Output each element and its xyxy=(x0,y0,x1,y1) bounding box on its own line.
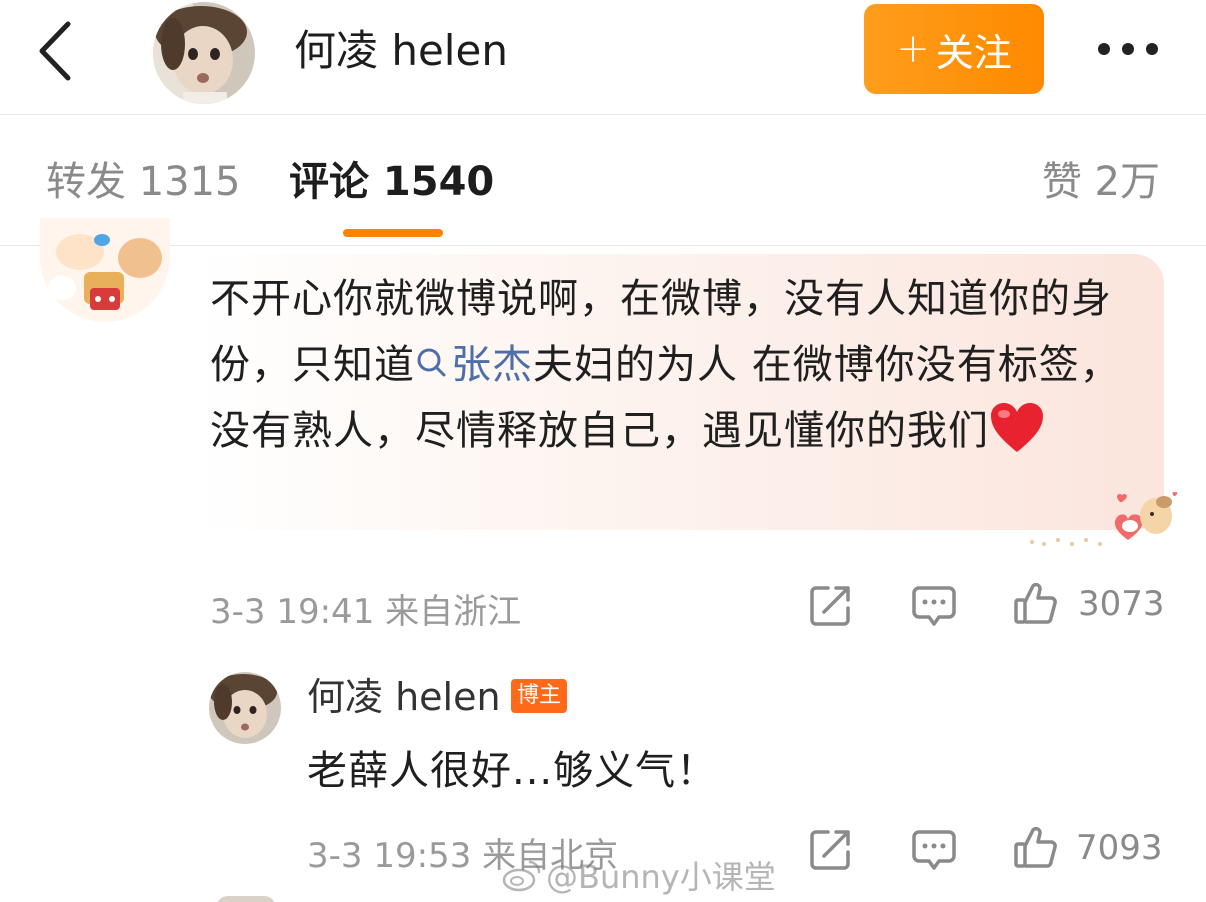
active-tab-indicator xyxy=(343,229,443,237)
reply-avatar[interactable] xyxy=(209,672,281,744)
next-comment-avatar-peek xyxy=(216,896,276,902)
author-badge: 博主 xyxy=(511,679,568,713)
share-button[interactable] xyxy=(808,582,854,628)
weibo-comment-page: 何凌 helen + 关注 转发 1315 评论 1540 赞 2万 不开心你就… xyxy=(0,0,1206,902)
page-title: 何凌 helen xyxy=(294,26,508,75)
share-icon xyxy=(810,586,850,626)
like-button[interactable] xyxy=(1013,580,1059,626)
comment-sticker-decoration xyxy=(1024,484,1184,552)
tab-comment[interactable]: 评论 1540 xyxy=(289,155,494,209)
search-icon xyxy=(417,348,446,377)
tab-likes[interactable]: 赞 2万 xyxy=(1042,155,1160,209)
comment-text: 不开心你就微博说啊，在微博，没有人知道你的身份，只知道 张杰夫妇的为人 在微博你没… xyxy=(210,266,1160,464)
topic-label: 张杰 xyxy=(451,342,533,388)
comment-like-count: 3073 xyxy=(1078,584,1165,624)
back-button[interactable] xyxy=(28,16,88,86)
tab-bar: 转发 1315 评论 1540 赞 2万 xyxy=(0,115,1206,246)
comment-icon xyxy=(912,586,956,626)
reply-text: 老薛人很好...够义气！ xyxy=(307,748,718,794)
commenter-avatar[interactable] xyxy=(40,218,170,322)
comment-meta: 3-3 19:41 来自浙江 xyxy=(210,592,522,632)
reply-author-name[interactable]: 何凌 helen xyxy=(307,672,501,722)
heart-emoji-icon xyxy=(991,403,1043,452)
follow-button[interactable]: + 关注 xyxy=(864,4,1044,94)
reply-comment-button[interactable] xyxy=(911,828,957,874)
reply-like-button[interactable] xyxy=(1013,824,1059,870)
comment-icon xyxy=(912,830,956,870)
tab-repost[interactable]: 转发 1315 xyxy=(46,155,241,209)
topic-link[interactable]: 张杰 xyxy=(415,342,533,388)
plus-icon: + xyxy=(896,26,930,72)
watermark: @Bunny小课堂 xyxy=(502,852,776,898)
top-bar: 何凌 helen + 关注 xyxy=(0,0,1206,115)
weibo-logo-icon xyxy=(502,860,541,892)
more-button[interactable] xyxy=(1092,26,1172,72)
reply-share-button[interactable] xyxy=(808,826,854,872)
comment-button[interactable] xyxy=(911,584,957,630)
more-dots-icon xyxy=(1098,43,1158,55)
watermark-text: @Bunny小课堂 xyxy=(546,858,776,896)
follow-label: 关注 xyxy=(935,30,1012,75)
chevron-left-icon xyxy=(39,21,71,81)
thumbs-up-icon xyxy=(1014,826,1057,868)
thumbs-up-icon xyxy=(1014,582,1057,624)
share-icon xyxy=(810,830,850,870)
reply-like-count: 7093 xyxy=(1076,828,1163,868)
profile-avatar[interactable] xyxy=(153,2,255,104)
